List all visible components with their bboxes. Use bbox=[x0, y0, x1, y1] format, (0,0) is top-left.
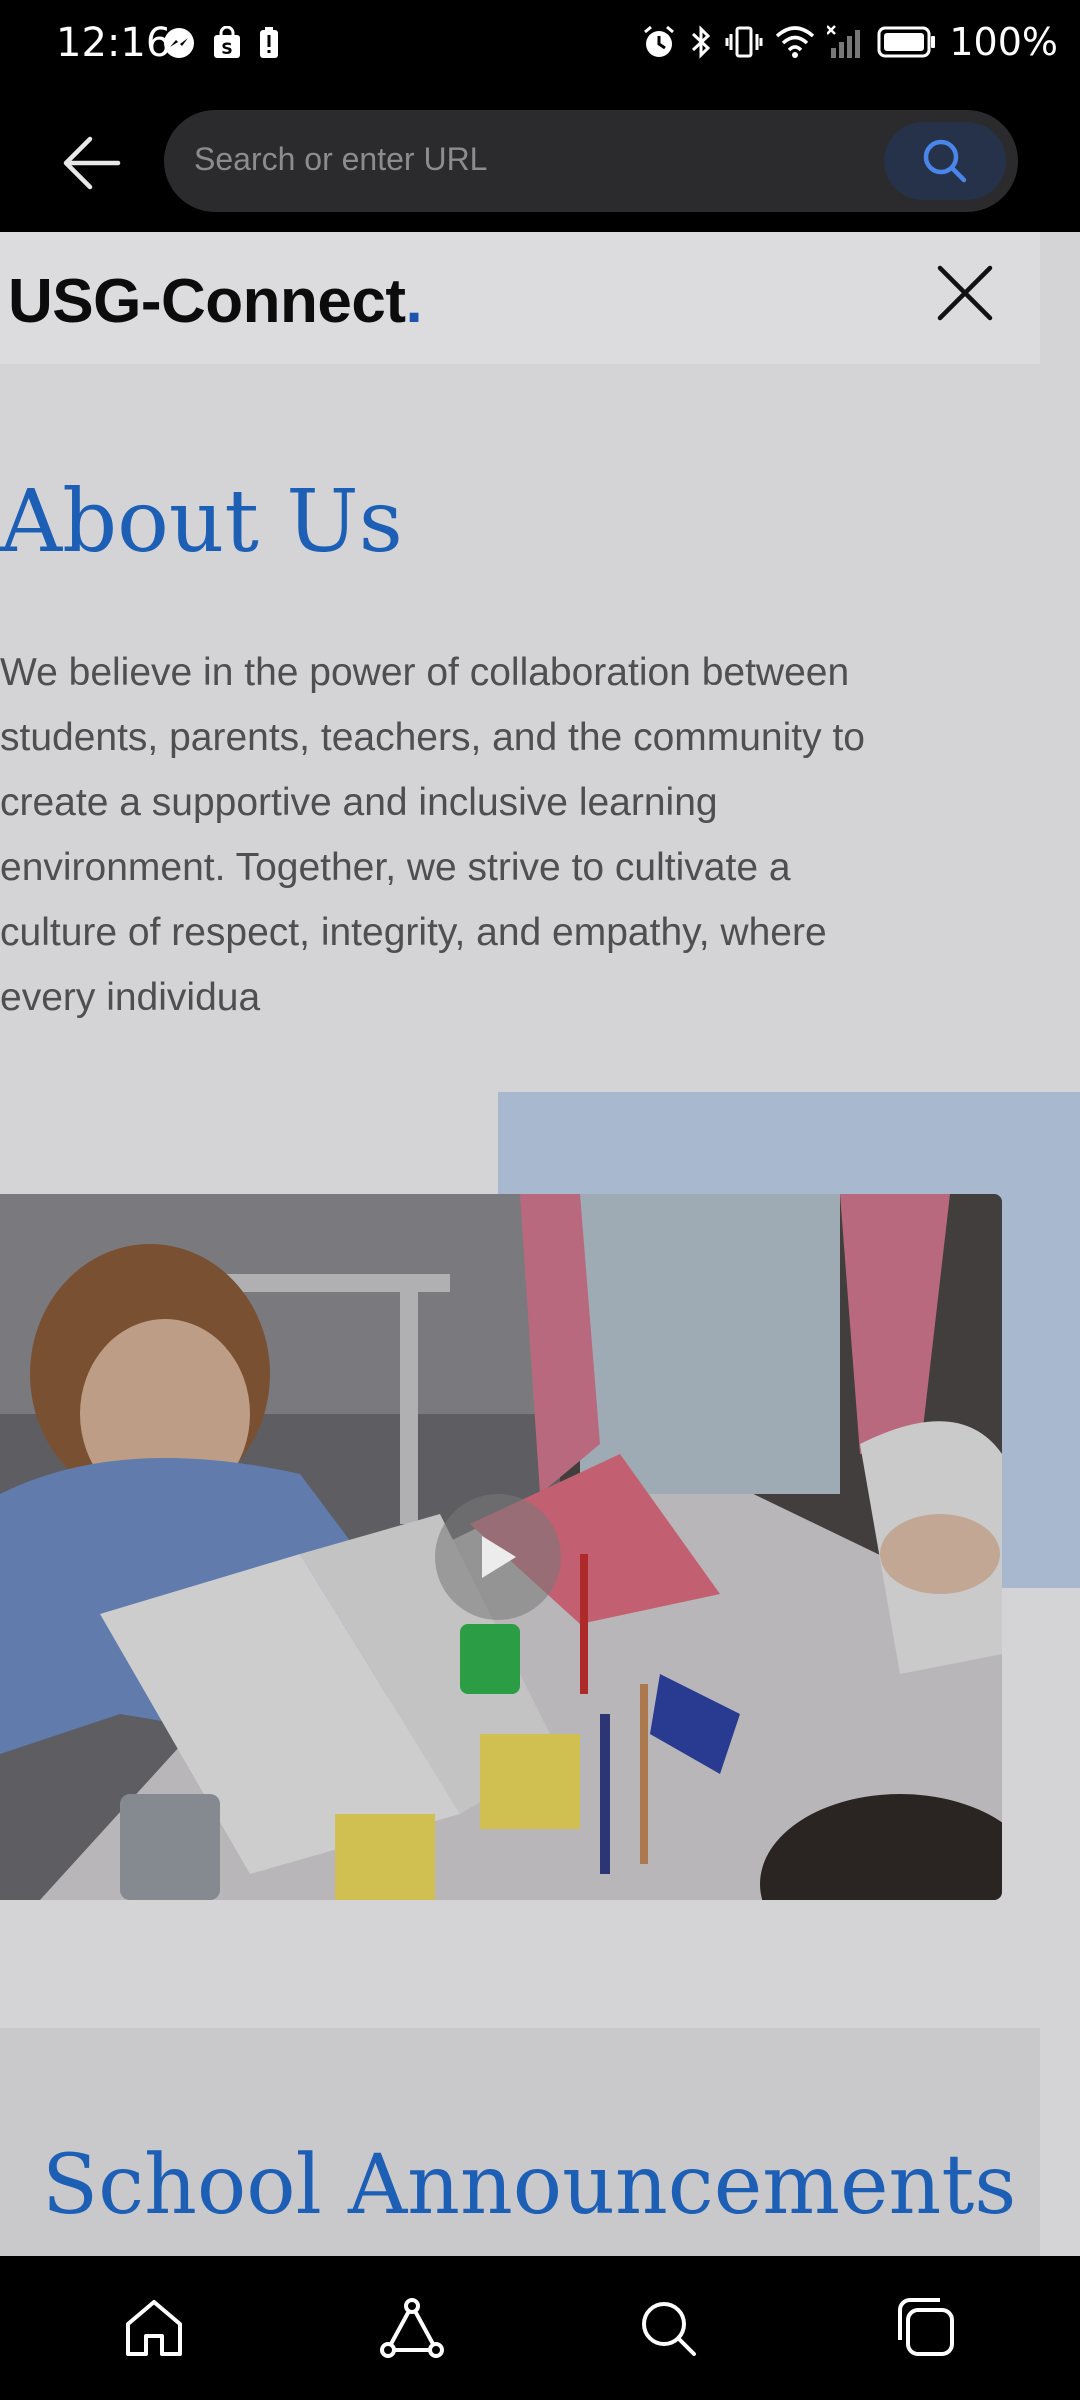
search-icon bbox=[923, 139, 967, 183]
web-page: USG-Connect. About Us We believe in the … bbox=[0, 232, 1080, 2256]
tabs-button[interactable] bbox=[890, 2292, 962, 2364]
play-button[interactable] bbox=[435, 1494, 561, 1620]
system-status: 100% bbox=[641, 20, 1058, 64]
notification-icons: S bbox=[162, 26, 280, 60]
about-heading: About Us bbox=[0, 472, 403, 572]
wifi-icon bbox=[776, 26, 815, 58]
battery-alert-icon bbox=[260, 27, 278, 58]
url-placeholder: Search or enter URL bbox=[194, 141, 488, 177]
site-logo[interactable]: USG-Connect. bbox=[8, 266, 423, 337]
search-icon bbox=[642, 2302, 696, 2356]
bluetooth-icon bbox=[692, 25, 711, 59]
vibrate-icon bbox=[725, 26, 763, 58]
alarm-icon bbox=[644, 25, 675, 57]
battery-percent: 100% bbox=[949, 20, 1058, 64]
about-paragraph: We believe in the power of collaboration… bbox=[0, 651, 865, 1019]
close-icon bbox=[937, 265, 993, 321]
signal-icon bbox=[827, 25, 861, 58]
search-button[interactable] bbox=[884, 122, 1006, 200]
brand-name: USG-Connect bbox=[8, 267, 406, 336]
messenger-icon bbox=[164, 28, 194, 58]
classroom-video-thumbnail[interactable] bbox=[0, 1194, 1002, 1900]
announcements-section: School Announcements bbox=[0, 2028, 1040, 2256]
status-bar: 12:16 S 100% bbox=[0, 0, 1080, 90]
home-button[interactable] bbox=[118, 2292, 190, 2364]
nav-search-button[interactable] bbox=[632, 2292, 704, 2364]
browser-bottom-nav bbox=[0, 2256, 1080, 2400]
status-time: 12:16 bbox=[56, 20, 172, 66]
battery-icon bbox=[877, 26, 936, 58]
share-button[interactable] bbox=[376, 2292, 448, 2364]
home-icon bbox=[126, 2300, 182, 2356]
close-menu-button[interactable] bbox=[934, 262, 996, 324]
address-bar[interactable]: Search or enter URL bbox=[164, 110, 1018, 212]
play-icon bbox=[482, 1536, 516, 1578]
share-icon bbox=[380, 2298, 444, 2358]
brand-dot: . bbox=[405, 267, 423, 336]
shopping-bag-icon: S bbox=[214, 26, 240, 58]
browser-toolbar: Search or enter URL bbox=[0, 90, 1080, 232]
arrow-left-icon bbox=[63, 136, 121, 190]
site-header: USG-Connect. bbox=[0, 232, 1040, 364]
back-button[interactable] bbox=[56, 128, 128, 198]
svg-text:S: S bbox=[221, 39, 233, 58]
announcements-heading: School Announcements bbox=[42, 2138, 1017, 2233]
tabs-icon bbox=[898, 2298, 954, 2356]
